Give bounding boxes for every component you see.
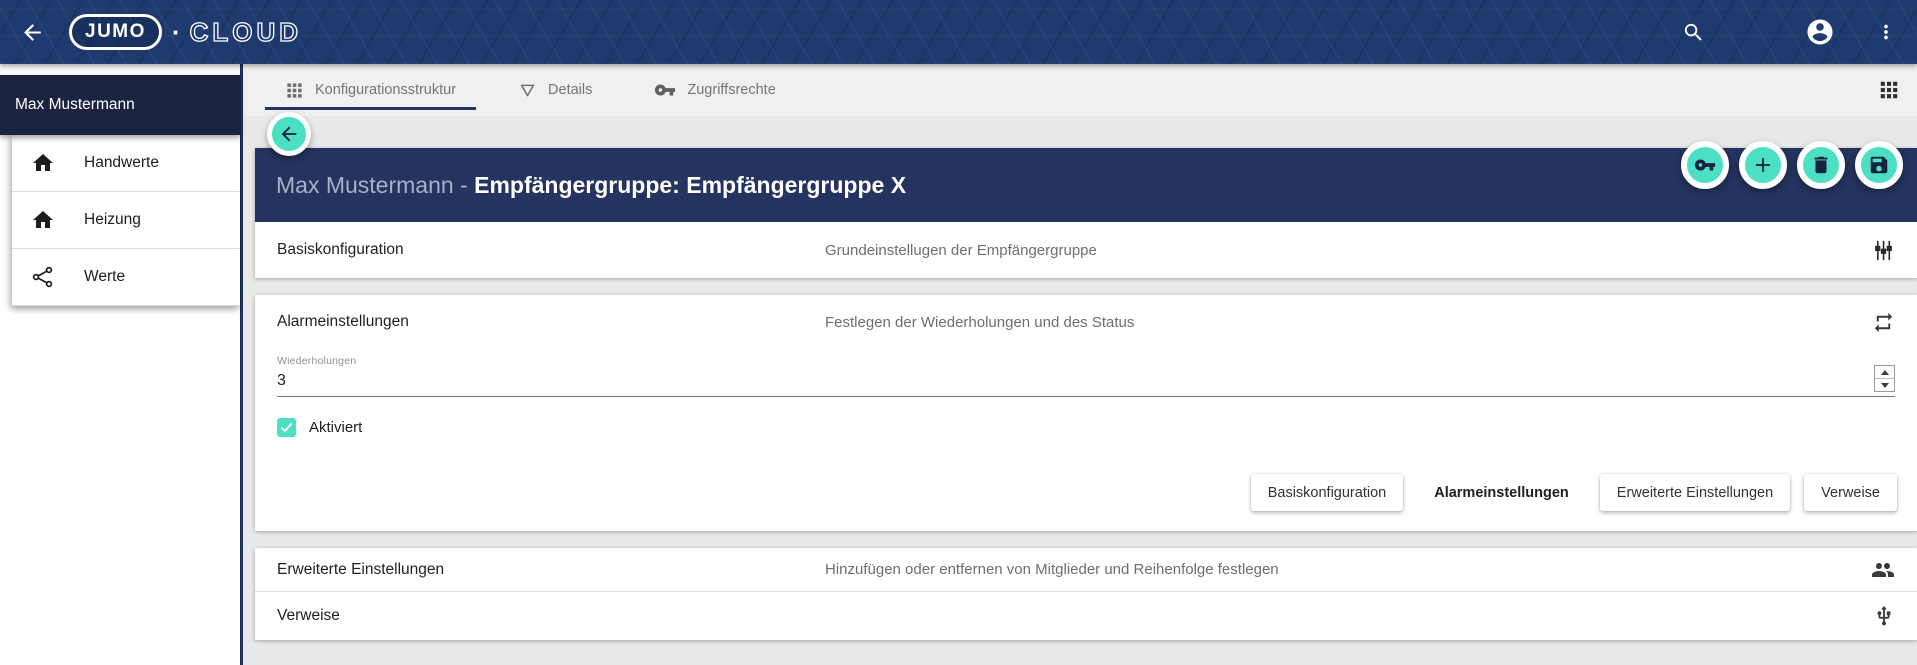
- plus-icon: [1751, 153, 1775, 177]
- arrow-back-icon: [278, 123, 300, 145]
- content-scroll-area: Max Mustermann - Empfängergruppe: Empfän…: [243, 116, 1917, 665]
- jumo-logo: JUMO: [69, 14, 162, 50]
- sidebar-user-header: Max Mustermann: [0, 75, 240, 135]
- grid-icon: [285, 81, 304, 100]
- wiederholungen-field-label: Wiederholungen: [277, 355, 1895, 367]
- sidebar-item-werte[interactable]: Werte: [12, 249, 240, 306]
- apps-grid-button[interactable]: [1878, 79, 1900, 101]
- aktiviert-label: Aktiviert: [309, 419, 362, 436]
- check-icon: [279, 420, 294, 435]
- detail-header-banner: Max Mustermann - Empfängergruppe: Empfän…: [255, 148, 1917, 222]
- detail-title-main: Empfängergruppe: Empfängergruppe X: [474, 172, 906, 199]
- home-icon: [31, 151, 55, 175]
- back-fab-button[interactable]: [267, 112, 311, 156]
- spinner-down-button[interactable]: [1875, 379, 1894, 391]
- tab-zugriffsrechte[interactable]: Zugriffsrechte: [634, 64, 795, 116]
- filter-icon: [518, 81, 537, 100]
- section-description: Grundeinstellugen der Empfängergruppe: [825, 242, 1097, 259]
- spinner-down-icon: [1881, 383, 1889, 388]
- search-button[interactable]: [1682, 21, 1705, 44]
- share-icon: [31, 265, 55, 289]
- delete-icon: [1810, 154, 1832, 176]
- more-vert-icon: [1875, 21, 1897, 43]
- app-root: JUMO · CLOUD: [0, 0, 1917, 665]
- section-description: Hinzufügen oder entfernen von Mitglieder…: [825, 561, 1279, 578]
- more-menu-button[interactable]: [1875, 21, 1897, 43]
- app-body: Max Mustermann Handwerte Heizung: [0, 64, 1917, 665]
- sidebar-user-name: Max Mustermann: [15, 96, 135, 114]
- repeat-icon: [1872, 311, 1895, 334]
- sidebar-item-heizung[interactable]: Heizung: [12, 192, 240, 249]
- tab-label: Zugriffsrechte: [687, 82, 775, 98]
- tab-details[interactable]: Details: [498, 64, 612, 116]
- tab-label: Details: [548, 82, 592, 98]
- back-button[interactable]: [20, 20, 45, 45]
- add-fab-button[interactable]: [1739, 141, 1787, 189]
- tab-konfigurationsstruktur[interactable]: Konfigurationsstruktur: [265, 64, 476, 116]
- delete-fab-button[interactable]: [1797, 141, 1845, 189]
- account-button[interactable]: [1805, 17, 1835, 47]
- apps-grid-icon: [1878, 79, 1900, 101]
- sidebar-item-label: Werte: [84, 268, 125, 286]
- aktiviert-checkbox[interactable]: [277, 418, 296, 437]
- key-icon: [654, 79, 676, 101]
- aktiviert-row: Aktiviert: [277, 418, 1895, 437]
- cloud-wordmark: CLOUD: [190, 17, 302, 48]
- nav-button-verweise[interactable]: Verweise: [1804, 474, 1897, 511]
- spinner-up-button[interactable]: [1875, 366, 1894, 379]
- section-description: Festlegen der Wiederholungen und des Sta…: [825, 314, 1134, 331]
- search-icon: [1682, 21, 1705, 44]
- key-icon: [1694, 154, 1716, 176]
- save-fab-button[interactable]: [1855, 141, 1903, 189]
- bottom-card: Erweiterte Einstellungen Hinzufügen oder…: [255, 548, 1917, 640]
- sidebar-panel: Handwerte Heizung Werte: [12, 135, 240, 306]
- section-label: Alarmeinstellungen: [277, 313, 409, 331]
- spinner-up-icon: [1881, 370, 1889, 375]
- detail-title-prefix: Max Mustermann -: [276, 172, 474, 199]
- detail-card: Max Mustermann - Empfängergruppe: Empfän…: [255, 148, 1917, 278]
- topbar-actions: [1682, 17, 1917, 47]
- section-row-erweiterte-einstellungen[interactable]: Erweiterte Einstellungen Hinzufügen oder…: [255, 548, 1917, 592]
- main-content: Konfigurationsstruktur Details Zugriffsr…: [243, 64, 1917, 665]
- sidebar: Max Mustermann Handwerte Heizung: [0, 64, 243, 665]
- arrow-back-icon: [20, 20, 45, 45]
- sidebar-item-label: Heizung: [84, 211, 141, 229]
- nav-button-alarmeinstellungen[interactable]: Alarmeinstellungen: [1417, 474, 1586, 511]
- usb-icon: [1873, 605, 1895, 627]
- sidebar-top-gap: [0, 64, 240, 75]
- section-label: Basiskonfiguration: [277, 241, 404, 259]
- section-label: Verweise: [277, 607, 340, 625]
- fab-row: [1681, 141, 1903, 189]
- nav-button-erweiterte-einstellungen[interactable]: Erweiterte Einstellungen: [1600, 474, 1790, 511]
- home-icon: [31, 208, 55, 232]
- tabbar: Konfigurationsstruktur Details Zugriffsr…: [243, 64, 1917, 116]
- section-row-verweise[interactable]: Verweise: [255, 592, 1917, 640]
- topbar: JUMO · CLOUD: [0, 0, 1917, 64]
- section-row-basiskonfiguration[interactable]: Basiskonfiguration Grundeinstellugen der…: [255, 222, 1917, 278]
- key-fab-button[interactable]: [1681, 141, 1729, 189]
- account-circle-icon: [1805, 17, 1835, 47]
- brand-separator: ·: [172, 17, 181, 48]
- alarm-card: Alarmeinstellungen Festlegen der Wiederh…: [255, 295, 1917, 531]
- nav-button-basiskonfiguration[interactable]: Basiskonfiguration: [1251, 474, 1404, 511]
- wiederholungen-field: Wiederholungen: [277, 355, 1895, 397]
- save-icon: [1868, 154, 1890, 176]
- section-row-alarmeinstellungen[interactable]: Alarmeinstellungen Festlegen der Wiederh…: [255, 295, 1917, 349]
- sidebar-item-label: Handwerte: [84, 154, 159, 172]
- section-label: Erweiterte Einstellungen: [277, 561, 444, 579]
- tab-label: Konfigurationsstruktur: [315, 82, 456, 98]
- sidebar-item-handwerte[interactable]: Handwerte: [12, 135, 240, 192]
- tune-sliders-icon: [1872, 239, 1895, 262]
- brand-logo: JUMO · CLOUD: [69, 14, 302, 50]
- group-icon: [1871, 558, 1895, 582]
- number-spinner: [1874, 365, 1895, 392]
- wiederholungen-input[interactable]: [277, 371, 1855, 391]
- section-nav-buttons: Basiskonfiguration Alarmeinstellungen Er…: [275, 474, 1897, 511]
